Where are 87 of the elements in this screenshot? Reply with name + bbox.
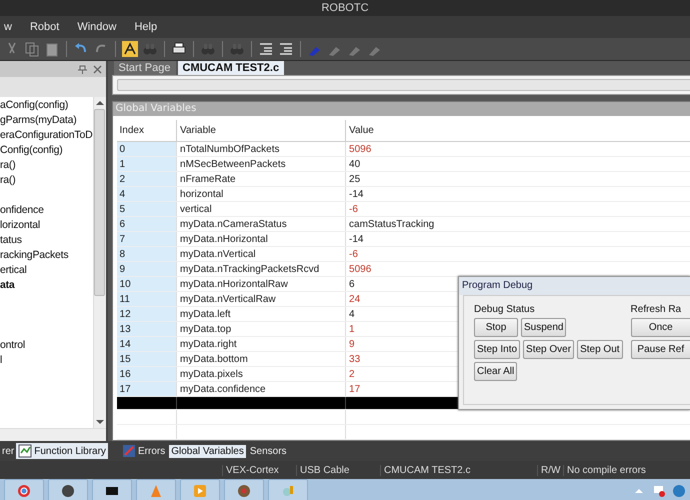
tree-item[interactable]: gParms(myData) <box>0 114 77 126</box>
menu-item[interactable]: Help <box>132 20 160 34</box>
editor-tab[interactable]: CMUCAM TEST2.c <box>178 61 284 75</box>
window-title: ROBOTC <box>321 2 369 14</box>
table-cell: myData.nHorizontal <box>176 232 346 246</box>
table-cell: -14 <box>346 186 690 202</box>
table-cell: 25 <box>346 172 690 186</box>
table-cell: 5096 <box>346 142 690 156</box>
table-cell: 8 <box>116 246 177 262</box>
table-cell: 40 <box>346 156 690 172</box>
group-label: Debug Status <box>474 304 536 315</box>
tree-item[interactable]: aConfig(config) <box>0 99 68 111</box>
tree-item[interactable]: onfidence <box>0 204 44 216</box>
table-cell: horizontal <box>176 186 346 202</box>
table-cell: 12 <box>116 306 177 322</box>
table-cell: 4 <box>116 186 177 202</box>
table-cell: 6 <box>116 216 177 232</box>
menu-item[interactable]: Window <box>75 20 118 34</box>
table-cell: 7 <box>116 232 177 246</box>
tree-item[interactable]: ra() <box>0 174 16 186</box>
table-cell: -6 <box>346 202 690 216</box>
refresh-button[interactable]: Pause Ref <box>630 340 690 359</box>
tree-item[interactable]: ata <box>0 279 15 291</box>
tree-item[interactable]: l <box>0 354 2 366</box>
table-cell: nMSecBetweenPackets <box>176 156 346 172</box>
status-item: USB Cable <box>296 464 380 476</box>
table-cell: 1 <box>116 156 177 172</box>
status-item: VEX-Cortex <box>222 464 296 476</box>
debug-button[interactable]: Stop <box>474 318 518 337</box>
table-cell: myData.nHorizontalRaw <box>176 276 346 292</box>
table-cell: 14 <box>116 336 177 352</box>
table-cell: 0 <box>116 142 177 156</box>
column-header: Index <box>116 120 177 142</box>
panel-tab[interactable]: Sensors <box>248 444 289 458</box>
table-cell: myData.bottom <box>176 352 346 366</box>
panel-tab[interactable]: Global Variables <box>169 444 246 458</box>
table-cell: vertical <box>176 202 346 216</box>
table-cell: 15 <box>116 352 177 366</box>
panel-title: Global Variables <box>116 103 196 114</box>
table-cell: myData.top <box>176 322 346 336</box>
table-cell: 16 <box>116 366 177 382</box>
table-cell: 10 <box>116 276 177 292</box>
panel-tab[interactable]: Function Library <box>16 443 108 459</box>
panel-tab[interactable]: rer <box>0 444 16 458</box>
column-header: Variable <box>176 120 346 142</box>
table-cell: myData.right <box>176 336 346 352</box>
table-cell: -14 <box>346 232 690 246</box>
table-cell: nTotalNumbOfPackets <box>176 142 346 156</box>
panel-tab[interactable]: Errors <box>120 443 168 459</box>
debug-button[interactable]: Step Over <box>523 340 574 359</box>
refresh-button[interactable]: Once <box>630 318 690 337</box>
tree-item[interactable]: lorizontal <box>0 219 40 231</box>
table-cell: myData.left <box>176 306 346 322</box>
menu-item[interactable]: Robot <box>28 20 62 34</box>
tree-item[interactable]: ra() <box>0 159 16 171</box>
debug-button[interactable]: Clear All <box>474 362 518 381</box>
debug-button[interactable]: Step Into <box>474 340 520 359</box>
table-cell: 17 <box>116 382 177 396</box>
table-cell: -6 <box>346 246 690 262</box>
table-cell: 2 <box>116 172 177 186</box>
status-item: CMUCAM TEST2.c <box>380 464 537 476</box>
table-cell: 13 <box>116 322 177 336</box>
status-item: R/W <box>537 464 563 476</box>
table-cell: 9 <box>116 262 177 276</box>
column-header: Value <box>346 120 690 142</box>
tree-item[interactable]: ertical <box>0 264 27 276</box>
tree-item[interactable]: tatus <box>0 234 22 246</box>
table-cell: camStatusTracking <box>346 216 690 232</box>
table-cell: 5 <box>116 202 177 216</box>
group-label: Refresh Ra <box>630 304 682 315</box>
table-cell: myData.nVerticalRaw <box>176 292 346 306</box>
status-item: No compile errors <box>563 464 649 476</box>
editor-tab[interactable]: Start Page <box>114 61 176 75</box>
debug-button[interactable]: Step Out <box>577 340 623 359</box>
table-cell: myData.nCameraStatus <box>176 216 346 232</box>
table-cell: myData.pixels <box>176 366 346 382</box>
tree-item[interactable]: ontrol <box>0 339 26 351</box>
tree-item[interactable]: Config(config) <box>0 144 63 156</box>
tree-item[interactable]: eraConfigurationToD <box>0 129 93 141</box>
tree-item[interactable]: rackingPackets <box>0 249 68 261</box>
menu-item[interactable]: w <box>2 20 14 34</box>
table-cell: 11 <box>116 292 177 306</box>
debug-button[interactable]: Suspend <box>521 318 566 337</box>
table-cell: nFrameRate <box>176 172 346 186</box>
table-cell: myData.nTrackingPacketsRcvd <box>176 262 346 276</box>
table-cell: myData.nVertical <box>176 246 346 262</box>
dialog-title: Program Debug <box>462 280 533 291</box>
